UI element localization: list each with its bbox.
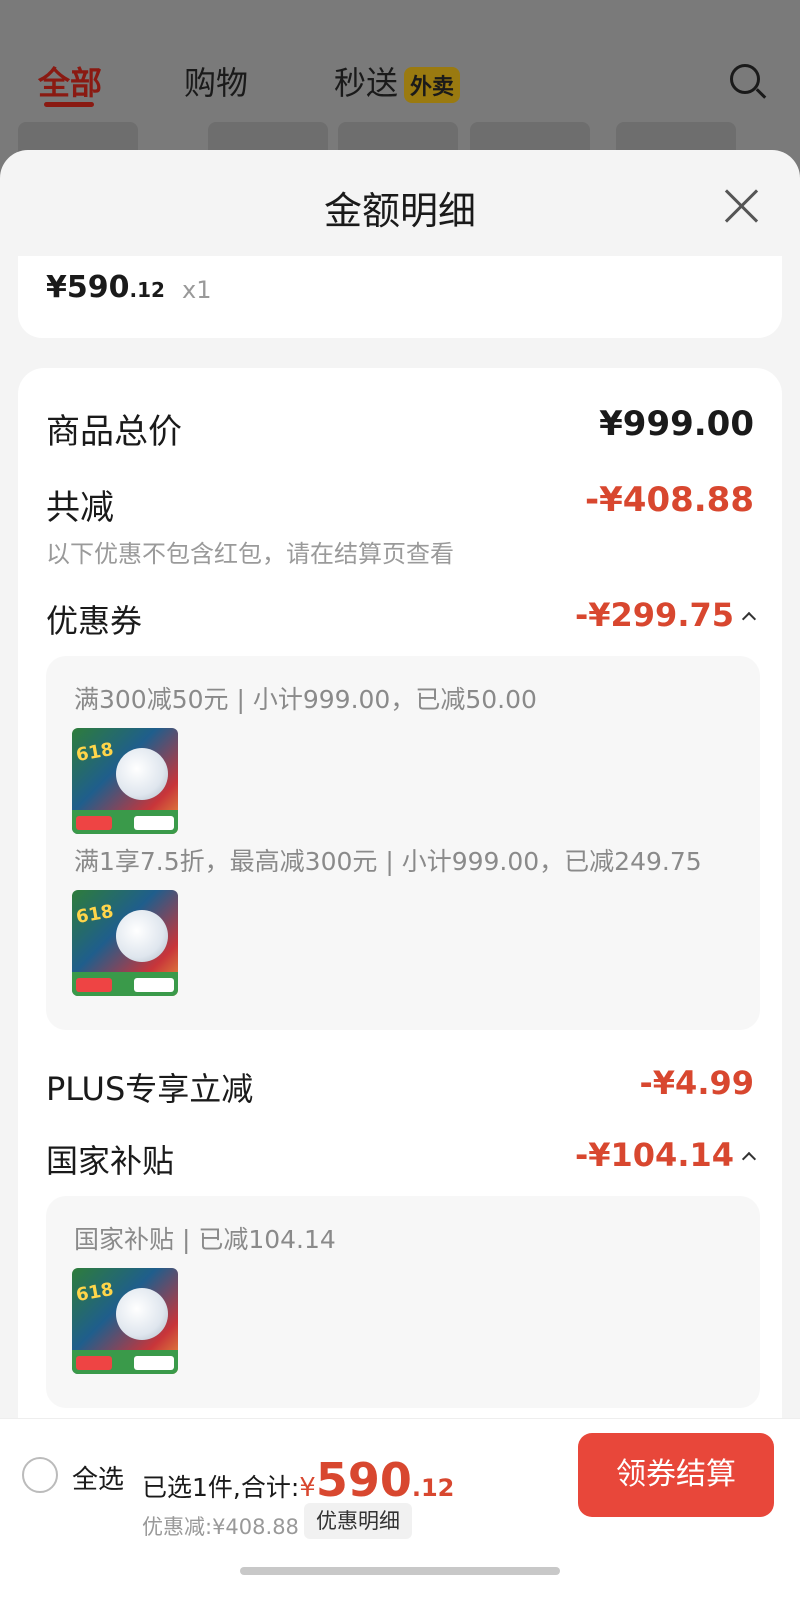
chevron-up-icon	[741, 611, 757, 627]
total-reduction-label: 共减	[46, 488, 114, 528]
plus-discount-value: -¥4.99	[639, 1064, 755, 1102]
total-reduction-row: 共减 -¥408.88	[46, 480, 754, 529]
subsidy-entry: 国家补贴 | 已减104.14	[74, 1225, 336, 1254]
total-reduction-value: -¥408.88	[585, 480, 754, 520]
plus-discount-label: PLUS专享立减	[46, 1070, 254, 1108]
total-price-label: 商品总价	[46, 412, 182, 452]
subsidy-detail-panel: 国家补贴 | 已减104.14 618	[46, 1196, 760, 1408]
product-thumbnail: 618	[72, 890, 178, 996]
product-thumbnail: 618	[72, 728, 178, 834]
price-breakdown-card: 商品总价 ¥999.00 共减 -¥408.88 以下优惠不包含红包，请在结算页…	[18, 368, 782, 1597]
checkout-bar: 全选 已选1件,合计:¥590.12 优惠减:¥408.88 优惠明细 领券结算	[0, 1418, 800, 1597]
item-price: ¥590.12	[46, 270, 165, 305]
home-indicator	[240, 1567, 560, 1575]
background-tabs: 全部 购物 秒送 外卖	[0, 48, 800, 108]
amount-detail-sheet: 金额明细 ¥590.12 x1 商品总价 ¥999.00 共减 -¥408.88…	[0, 150, 800, 1597]
takeout-badge: 外卖	[404, 67, 461, 103]
checkout-button[interactable]: 领券结算	[578, 1433, 774, 1517]
plus-discount-row: PLUS专享立减 -¥4.99	[46, 1064, 754, 1110]
tab-express: 秒送 外卖	[334, 58, 461, 104]
reduction-note: 以下优惠不包含红包，请在结算页查看	[46, 540, 454, 568]
discount-summary: 优惠减:¥408.88	[142, 1515, 299, 1539]
sheet-title: 金额明细	[323, 189, 476, 233]
subsidy-row[interactable]: 国家补贴 -¥104.14	[46, 1136, 757, 1182]
coupon-value: -¥299.75	[575, 596, 757, 634]
total-summary: 已选1件,合计:¥590.12	[142, 1453, 455, 1507]
coupon-row[interactable]: 优惠券 -¥299.75	[46, 596, 757, 642]
coupon-entry-1: 满300减50元 | 小计999.00，已减50.00	[74, 685, 537, 714]
tab-shopping: 购物	[184, 64, 249, 102]
product-thumbnail: 618	[72, 1268, 178, 1374]
select-all-radio[interactable]	[22, 1457, 58, 1493]
coupon-entry-2: 满1享7.5折，最高减300元 | 小计999.00，已减249.75	[74, 847, 702, 876]
total-price-row: 商品总价 ¥999.00	[46, 404, 754, 453]
coupon-detail-panel: 满300减50元 | 小计999.00，已减50.00 618 满1享7.5折，…	[46, 656, 760, 1030]
tab-all: 全部	[38, 64, 103, 102]
search-icon	[730, 64, 760, 94]
tab-underline	[44, 102, 94, 107]
discount-detail-button[interactable]: 优惠明细	[304, 1503, 412, 1539]
chevron-up-icon	[741, 1151, 757, 1167]
select-all-label[interactable]: 全选	[72, 1459, 124, 1496]
item-price-card: ¥590.12 x1	[18, 256, 782, 338]
close-icon[interactable]	[722, 186, 760, 224]
total-price-value: ¥999.00	[599, 404, 754, 444]
total-amount: 590	[315, 1453, 412, 1507]
subsidy-value: -¥104.14	[575, 1136, 757, 1174]
subsidy-label: 国家补贴	[46, 1142, 175, 1180]
item-quantity: x1	[182, 276, 212, 304]
coupon-label: 优惠券	[46, 602, 143, 640]
